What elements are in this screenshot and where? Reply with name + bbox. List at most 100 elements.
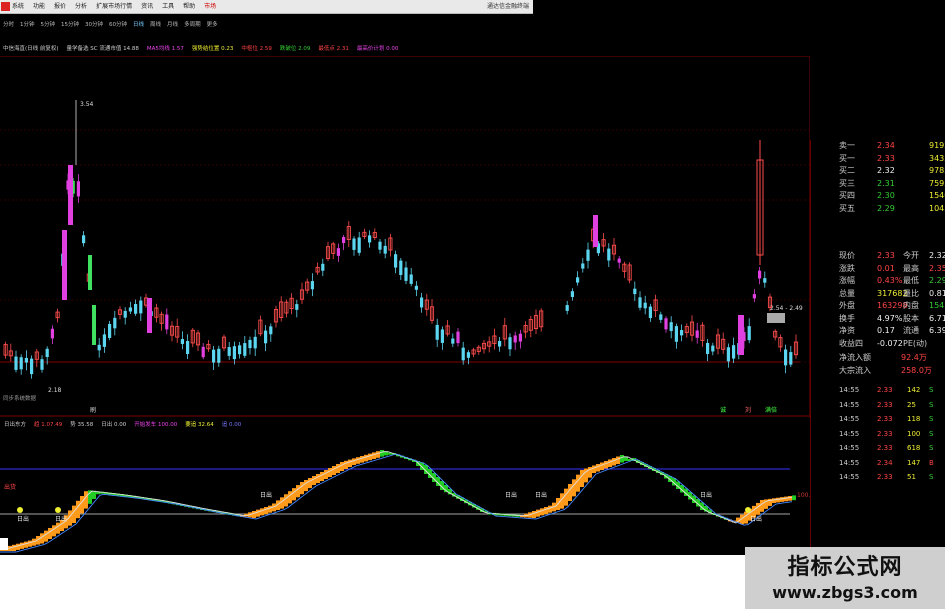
period-tab[interactable]: 60分钟 [109, 20, 127, 31]
period-tab[interactable]: 30分钟 [85, 20, 103, 31]
order-level-price: 2.34 [877, 141, 895, 150]
indicator-bar [300, 482, 304, 495]
indicator-bar [536, 509, 540, 517]
stock-name: 中信海直(日线 前复权) [3, 46, 59, 52]
order-book-row: 买五 2.29 10456 [811, 203, 945, 215]
indicator-bar [600, 462, 604, 470]
period-tab[interactable]: 5分钟 [41, 20, 56, 31]
ind-f2: 势 35.58 [70, 422, 94, 428]
trade-time: 14:55 [839, 415, 860, 423]
stat-row: 涨跌 0.01 最高 2.35 [811, 263, 945, 275]
candle-body [565, 305, 569, 311]
period-tab[interactable]: 多周期 [184, 20, 201, 31]
order-level-price: 2.30 [877, 191, 895, 200]
candle-body [435, 324, 439, 340]
candle-body [82, 235, 86, 244]
sunrise-marker: 日出 [700, 491, 712, 499]
stat-value-2: 6.71亿 [929, 313, 945, 323]
indicator-panel-name[interactable]: 日出东方 [4, 420, 26, 430]
period-tab[interactable]: 日线 [133, 20, 144, 31]
stat-row: 净资 0.17 流通 6.39亿 [811, 325, 945, 337]
candle-body [14, 356, 18, 370]
candle-body [342, 236, 346, 243]
candle-body [508, 337, 512, 350]
candle-body [461, 347, 465, 361]
candle-body [648, 306, 652, 319]
stat-value: 0.01 [877, 263, 895, 273]
menu-item[interactable]: 分析 [75, 0, 87, 13]
sunrise-marker: 日出 [505, 491, 517, 499]
indicator-bar [80, 496, 84, 514]
order-level-volume: 9192 [929, 141, 945, 150]
candle-body [378, 241, 382, 250]
big-inflow-label: 大宗流入 [839, 366, 871, 375]
menu-item[interactable]: 资讯 [141, 0, 153, 13]
indicator-bar [608, 459, 612, 467]
indicator-bar [340, 462, 344, 471]
period-tab[interactable]: 月线 [167, 20, 178, 31]
indicator-corner-box [0, 538, 8, 550]
stat-label: 收益四 [839, 338, 863, 348]
candle-body [399, 260, 403, 275]
period-tab[interactable]: 分时 [3, 20, 14, 31]
stat-label-2: 最低 [903, 276, 919, 285]
indicator-bar [336, 464, 340, 473]
period-tab[interactable]: 更多 [207, 20, 218, 31]
candle-body [440, 329, 444, 343]
order-level-volume: 7593 [929, 178, 945, 188]
menu-item[interactable]: 功能 [33, 0, 45, 13]
candle-body [726, 347, 730, 362]
menu-item[interactable]: 市场 [204, 0, 216, 13]
candle-body [134, 304, 138, 314]
site-watermark: 指标公式网 www.zbgs3.com [745, 547, 945, 609]
menu-item[interactable]: 扩展市场行情 [96, 0, 132, 13]
indicator-bar [604, 461, 608, 469]
period-tab[interactable]: 1分钟 [20, 20, 35, 31]
menu-item[interactable]: 工具 [162, 0, 174, 13]
candle-body [45, 348, 49, 358]
sunrise-marker: 日出 [55, 515, 67, 523]
trade-row: 14:55 2.33 51 S [811, 471, 945, 483]
stat-label-2: 最高 [903, 263, 919, 273]
indicator-bar [620, 455, 624, 463]
app-logo-icon [1, 2, 10, 11]
indicator-bar [564, 488, 568, 506]
indicator-bar [548, 505, 552, 513]
menu-item[interactable]: 报价 [54, 0, 66, 13]
stat-label: 外盘 [839, 301, 855, 310]
order-level-label: 买五 [839, 203, 855, 213]
low-price-label: 2.18 [48, 387, 62, 394]
indicator-bar [260, 508, 264, 516]
indicator-bar [744, 511, 748, 524]
candle-body [420, 297, 424, 308]
period-tab[interactable]: 15分钟 [61, 20, 79, 31]
info-field-2: 强势结位置 0.23 [191, 46, 234, 52]
candle-body [738, 315, 744, 355]
trade-time: 14:55 [839, 386, 860, 394]
indicator-name[interactable]: 量学备选 SC 流通市值 14.88 [67, 43, 139, 55]
range-box [767, 313, 785, 323]
ind-f5: 要追 32.64 [185, 422, 214, 428]
trade-time: 14:55 [839, 473, 860, 481]
candle-body [404, 267, 408, 281]
indicator-chart[interactable]: 100.0日出日出日出日出日出日出日出出货 [0, 430, 810, 555]
candlestick-chart[interactable]: 3.203.002.802.602.402.203.542.182.54 - 2… [0, 56, 810, 418]
indicator-bar [788, 496, 792, 501]
menu-item[interactable]: 系统 [12, 0, 24, 13]
indicator-bar [304, 480, 308, 492]
period-tab[interactable]: 周线 [150, 20, 161, 31]
net-inflow-row: 净流入额 92.4万 [811, 352, 945, 364]
candle-body [368, 235, 372, 243]
sunrise-marker: 日出 [17, 515, 29, 523]
indicator-bar [792, 495, 796, 501]
indicator-bar [328, 468, 332, 477]
trade-price: 2.33 [877, 429, 893, 438]
candle-body [336, 248, 340, 256]
candle-body [680, 330, 684, 336]
indicator-bar [772, 498, 776, 503]
ind-f4: 开始发车 100.00 [134, 422, 178, 428]
candle-body [264, 330, 268, 344]
order-book-row: 买四 2.30 15408 [811, 190, 945, 202]
menu-item[interactable]: 帮助 [183, 0, 195, 13]
candle-body [643, 302, 647, 309]
